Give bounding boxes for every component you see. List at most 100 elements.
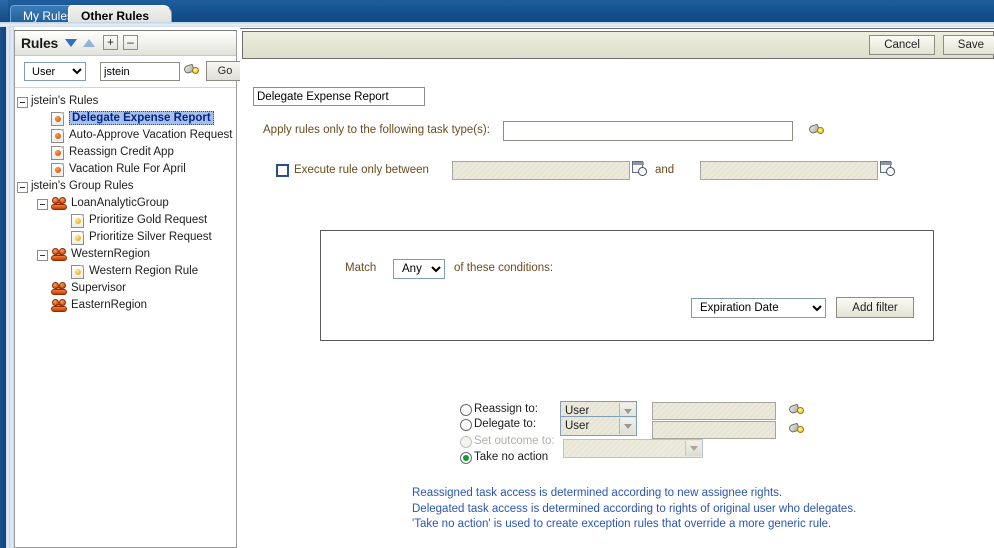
filter-attribute-select[interactable]: Expiration DatePriorityCreation DateTask… [691, 298, 826, 318]
tree-item[interactable]: EasternRegion [15, 298, 236, 315]
rule-document-icon [51, 163, 64, 177]
expand-all-button[interactable]: + [103, 35, 118, 50]
chevron-down-icon [685, 441, 701, 456]
left-rail-light [6, 27, 14, 548]
cancel-button[interactable]: Cancel [869, 35, 935, 55]
delegate-to-label: Delegate to: [474, 418, 537, 430]
task-types-label: Apply rules only to the following task t… [263, 124, 490, 136]
tree-item-label: Supervisor [71, 282, 126, 294]
tree-item[interactable]: Supervisor [15, 281, 236, 298]
tree-item-label: jstein's Rules [31, 95, 99, 107]
tree-toggle-icon[interactable] [37, 199, 48, 210]
rules-panel: Rules + – UserGroup Go jstein's Rules Del… [14, 30, 244, 548]
chevron-down-icon [619, 418, 635, 434]
tree-item[interactable]: Prioritize Gold Request [15, 213, 236, 230]
flashlight-picker-icon[interactable] [183, 63, 200, 77]
save-button[interactable]: Save [942, 35, 994, 55]
execute-between-label: Execute rule only between [294, 164, 429, 176]
tree-item-label: Prioritize Silver Request [89, 231, 212, 243]
help-note-line: Reassigned task access is determined acc… [412, 487, 783, 499]
tree-item[interactable]: Auto-Approve Vacation Request [15, 128, 236, 145]
tree-item[interactable]: Prioritize Silver Request [15, 230, 236, 247]
tree-item[interactable]: Vacation Rule For April [15, 162, 236, 179]
radio-delegate-to[interactable] [460, 419, 472, 431]
flashlight-picker-icon[interactable] [808, 123, 825, 137]
tree-item[interactable]: Western Region Rule [15, 264, 236, 281]
radio-reassign-to[interactable] [460, 404, 472, 416]
help-note-line: Delegated task access is determined acco… [412, 502, 857, 515]
tree-toggle-icon[interactable] [17, 97, 28, 108]
rule-document-icon [51, 146, 64, 160]
match-operator-select[interactable]: AnyAll [393, 259, 445, 279]
tree-item-label: Vacation Rule For April [69, 163, 186, 175]
search-input[interactable] [100, 62, 180, 81]
rule-document-icon [51, 112, 64, 126]
delegate-target-name-input[interactable] [652, 421, 776, 439]
tree-item[interactable]: jstein's Rules [15, 94, 236, 111]
help-notes: Reassigned task access is determined acc… [412, 486, 856, 533]
reassign-target-name-input[interactable] [652, 402, 776, 420]
command-bar: Cancel Save [242, 31, 994, 59]
tree-item[interactable]: Delegate Expense Report [15, 111, 236, 128]
take-no-action-label: Take no action [474, 451, 549, 463]
search-type-select[interactable]: UserGroup [24, 62, 86, 81]
radio-take-no-action[interactable] [460, 452, 472, 464]
reassign-to-label: Reassign to: [474, 403, 538, 415]
delegate-target-type-value: User [565, 420, 590, 432]
match-label: Match [345, 262, 377, 274]
execute-between-checkbox[interactable] [276, 164, 289, 177]
collapse-all-button[interactable]: – [123, 35, 138, 50]
triangle-up-icon[interactable] [83, 39, 95, 47]
outcome-select [563, 439, 703, 458]
group-icon [51, 248, 67, 262]
tree-item[interactable]: Reassign Credit App [15, 145, 236, 162]
tree-toggle-icon[interactable] [37, 250, 48, 261]
schedule-and-label: and [655, 164, 675, 176]
tree-item[interactable]: jstein's Group Rules [15, 179, 236, 196]
rule-document-icon [71, 231, 84, 245]
flashlight-picker-icon[interactable] [788, 422, 805, 436]
calendar-clock-icon[interactable] [632, 161, 647, 177]
rules-panel-header: Rules + – [15, 31, 236, 56]
tree-item-label: jstein's Group Rules [31, 180, 134, 192]
tree-item-label: Delegate Expense Report [69, 111, 214, 125]
triangle-down-icon[interactable] [65, 39, 77, 47]
tree-item-label: LoanAnalyticGroup [71, 197, 169, 209]
rule-name-input[interactable] [253, 87, 425, 106]
rules-panel-title: Rules [21, 35, 59, 51]
schedule-from-input[interactable] [452, 161, 630, 180]
tab-bar-underline [0, 22, 994, 27]
conditions-label: of these conditions: [454, 262, 554, 274]
tree-item-label: Auto-Approve Vacation Request [69, 129, 233, 141]
tree-toggle-icon[interactable] [17, 182, 28, 193]
schedule-to-input[interactable] [700, 161, 878, 180]
tab-bar: My Rules Other Rules [0, 0, 994, 27]
calendar-clock-icon[interactable] [880, 161, 895, 177]
rules-search-row: UserGroup Go [15, 56, 244, 88]
add-filter-button[interactable]: Add filter [836, 297, 914, 318]
rules-tree: jstein's Rules Delegate Expense Report Aut… [15, 88, 236, 315]
help-note-line: 'Take no action' is used to create excep… [412, 518, 832, 530]
search-go-button[interactable]: Go [206, 61, 244, 81]
group-icon [51, 197, 67, 211]
tree-item-label: Reassign Credit App [69, 146, 174, 158]
tree-item-label: Prioritize Gold Request [89, 214, 208, 226]
tree-item[interactable]: WesternRegion [15, 247, 236, 264]
radio-set-outcome-to [460, 436, 472, 448]
rule-document-icon [51, 129, 64, 143]
tree-item-label: EasternRegion [71, 299, 148, 311]
delegate-target-type-select[interactable]: User [560, 416, 637, 436]
tab-my-rules-label: My Rules [23, 9, 74, 23]
set-outcome-to-label: Set outcome to: [474, 435, 555, 447]
rule-document-icon [71, 214, 84, 228]
task-types-input[interactable] [503, 121, 793, 141]
tree-item[interactable]: LoanAnalyticGroup [15, 196, 236, 213]
group-icon [51, 299, 67, 313]
tree-item-label: WesternRegion [71, 248, 151, 260]
conditions-panel: Match AnyAll of these conditions: Expira… [320, 230, 934, 341]
flashlight-picker-icon[interactable] [788, 403, 805, 417]
tree-item-label: Western Region Rule [89, 265, 199, 277]
tab-other-rules-label: Other Rules [81, 9, 150, 23]
rule-document-icon [71, 265, 84, 279]
group-icon [51, 282, 67, 296]
